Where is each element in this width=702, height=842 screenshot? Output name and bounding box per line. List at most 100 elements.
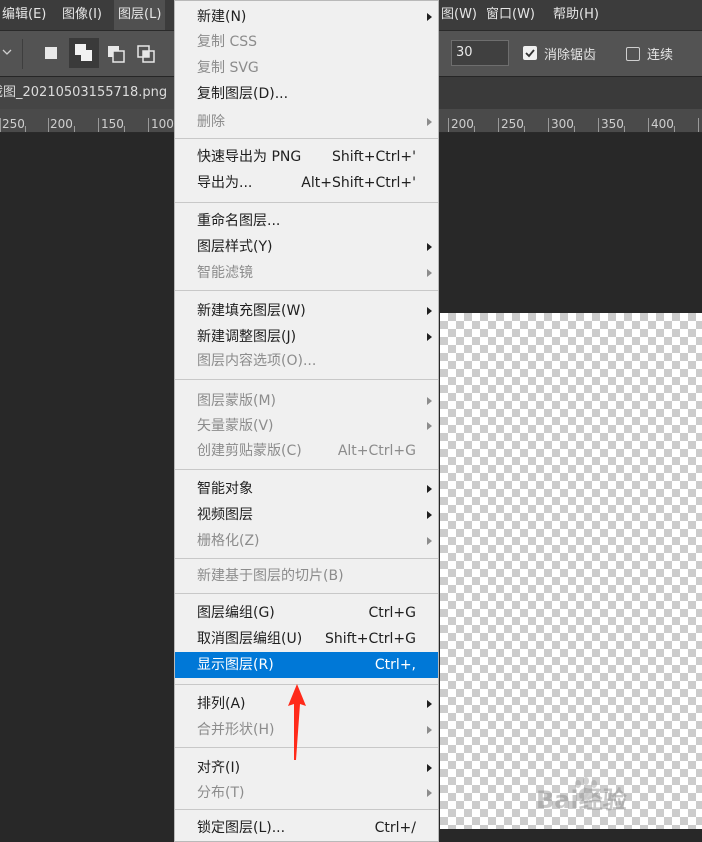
- ruler-tick: 300: [551, 117, 574, 131]
- ruler-tick: 150: [101, 117, 124, 131]
- ruler-tick: 250: [501, 117, 524, 131]
- menu-item-label: 智能对象: [197, 481, 253, 497]
- menu-item-shortcut: Alt+Shift+Ctrl+': [301, 175, 416, 191]
- menu-separator: [175, 593, 438, 594]
- menu-separator: [175, 290, 438, 291]
- ruler-mark: [598, 118, 599, 132]
- menu-separator: [175, 809, 438, 810]
- tolerance-input[interactable]: 30: [451, 40, 509, 66]
- menu-item-label: 新建填充图层(W): [197, 303, 306, 319]
- menu-item-label: 图层样式(Y): [197, 239, 273, 255]
- ruler-tick: 350: [601, 117, 624, 131]
- submenu-arrow-icon: [427, 700, 432, 708]
- antialias-label: 消除锯齿: [544, 48, 597, 63]
- menu-item[interactable]: 锁定图层(L)... Ctrl+/: [175, 815, 438, 841]
- menu-item[interactable]: 导出为... Alt+Shift+Ctrl+': [175, 170, 438, 196]
- ruler-tick: 100: [151, 117, 174, 131]
- submenu-arrow-icon: [427, 789, 432, 797]
- menu-item-label: 重命名图层...: [197, 213, 281, 229]
- submenu-arrow-icon: [427, 511, 432, 519]
- menu-item-label: 删除: [197, 114, 225, 130]
- menu-item-label: 锁定图层(L)...: [197, 820, 286, 836]
- menu-item: 图层蒙版(M): [175, 388, 438, 414]
- menu-item-label: 创建剪贴蒙版(C): [197, 443, 302, 459]
- menu-separator: [175, 202, 438, 203]
- submenu-arrow-icon: [427, 13, 432, 21]
- menu-item[interactable]: 取消图层编组(U) Shift+Ctrl+G: [175, 626, 438, 652]
- document-tab[interactable]: 截图_20210503155718.png: [0, 77, 182, 109]
- menu-layer[interactable]: 图层(L): [114, 0, 166, 30]
- menu-edit[interactable]: 编辑(E): [0, 0, 50, 30]
- menu-item[interactable]: 新建填充图层(W): [175, 298, 438, 324]
- submenu-arrow-icon: [427, 764, 432, 772]
- menu-item-label: 导出为...: [197, 175, 253, 191]
- menu-item[interactable]: 图层编组(G) Ctrl+G: [175, 600, 438, 626]
- contiguous-checkbox[interactable]: [626, 47, 640, 61]
- antialias-checkbox[interactable]: [523, 46, 537, 60]
- menu-item-label: 图层编组(G): [197, 605, 275, 621]
- ruler-mark: [674, 126, 675, 132]
- menu-separator: [175, 138, 438, 139]
- menu-separator: [175, 558, 438, 559]
- menu-help[interactable]: 帮助(H): [549, 0, 603, 30]
- ruler-mark: [498, 118, 499, 132]
- menu-item: 图层内容选项(O)...: [175, 348, 438, 374]
- red-arrow-shape: [288, 684, 306, 760]
- ruler-tick: 400: [651, 117, 674, 131]
- menu-image[interactable]: 图像(I): [58, 0, 106, 30]
- menu-item: 删除: [175, 109, 438, 135]
- menu-item: 新建基于图层的切片(B): [175, 563, 438, 589]
- menu-window[interactable]: 窗口(W): [482, 0, 539, 30]
- submenu-arrow-icon: [427, 726, 432, 734]
- ruler-tick: 250: [2, 117, 25, 131]
- ruler-mark: [448, 118, 449, 132]
- menu-item-shortcut: Shift+Ctrl+G: [324, 631, 416, 647]
- menu-item[interactable]: 新建(N): [175, 4, 438, 30]
- menu-item[interactable]: 重命名图层...: [175, 208, 438, 234]
- submenu-arrow-icon: [427, 118, 432, 126]
- add-to-selection-icon[interactable]: [69, 38, 99, 68]
- submenu-arrow-icon: [427, 397, 432, 405]
- ruler-mark: [98, 118, 99, 132]
- menu-item-shortcut: Shift+Ctrl+': [331, 149, 416, 165]
- menu-item: 复制 SVG: [175, 55, 438, 81]
- new-selection-icon[interactable]: [40, 41, 64, 65]
- menu-view[interactable]: 图(W): [437, 0, 481, 30]
- menu-item[interactable]: 视频图层: [175, 502, 438, 528]
- transparent-canvas[interactable]: [440, 313, 702, 829]
- menu-item[interactable]: 显示图层(R) Ctrl+,: [175, 652, 438, 678]
- menu-item-label: 排列(A): [197, 696, 246, 712]
- menu-item[interactable]: 新建调整图层(J): [175, 324, 438, 350]
- menu-item[interactable]: 图层样式(Y): [175, 234, 438, 260]
- subtract-from-selection-icon[interactable]: [104, 41, 128, 65]
- menu-item-label: 新建基于图层的切片(B): [197, 568, 344, 584]
- menu-item-shortcut: Ctrl+/: [374, 820, 416, 836]
- menu-item: 分布(T): [175, 780, 438, 806]
- tool-preset-chevron-icon[interactable]: [2, 45, 12, 59]
- menu-item-label: 栅格化(Z): [197, 533, 260, 549]
- menu-item: 智能滤镜: [175, 260, 438, 286]
- submenu-arrow-icon: [427, 307, 432, 315]
- ruler-mark: [124, 126, 125, 132]
- ruler-tick: 200: [50, 117, 73, 131]
- ruler-mark: [25, 126, 26, 132]
- menu-item-label: 复制 CSS: [197, 34, 257, 50]
- menu-item-label: 图层内容选项(O)...: [197, 353, 317, 369]
- menu-item-label: 视频图层: [197, 507, 253, 523]
- menu-item[interactable]: 复制图层(D)...: [175, 81, 438, 107]
- ruler-mark: [624, 126, 625, 132]
- menu-item-label: 智能滤镜: [197, 265, 253, 281]
- menu-item-label: 显示图层(R): [197, 657, 274, 673]
- submenu-arrow-icon: [427, 485, 432, 493]
- tolerance-value: 30: [456, 45, 473, 60]
- menu-item[interactable]: 快速导出为 PNG Shift+Ctrl+': [175, 144, 438, 170]
- menu-item: 矢量蒙版(V): [175, 413, 438, 439]
- menu-item-label: 合并形状(H): [197, 722, 275, 738]
- submenu-arrow-icon: [427, 333, 432, 341]
- menu-item-shortcut: Alt+Ctrl+G: [337, 443, 416, 459]
- ruler-mark: [74, 126, 75, 132]
- menu-item-label: 新建(N): [197, 9, 247, 25]
- menu-item[interactable]: 智能对象: [175, 476, 438, 502]
- submenu-arrow-icon: [427, 422, 432, 430]
- intersect-selection-icon[interactable]: [134, 41, 158, 65]
